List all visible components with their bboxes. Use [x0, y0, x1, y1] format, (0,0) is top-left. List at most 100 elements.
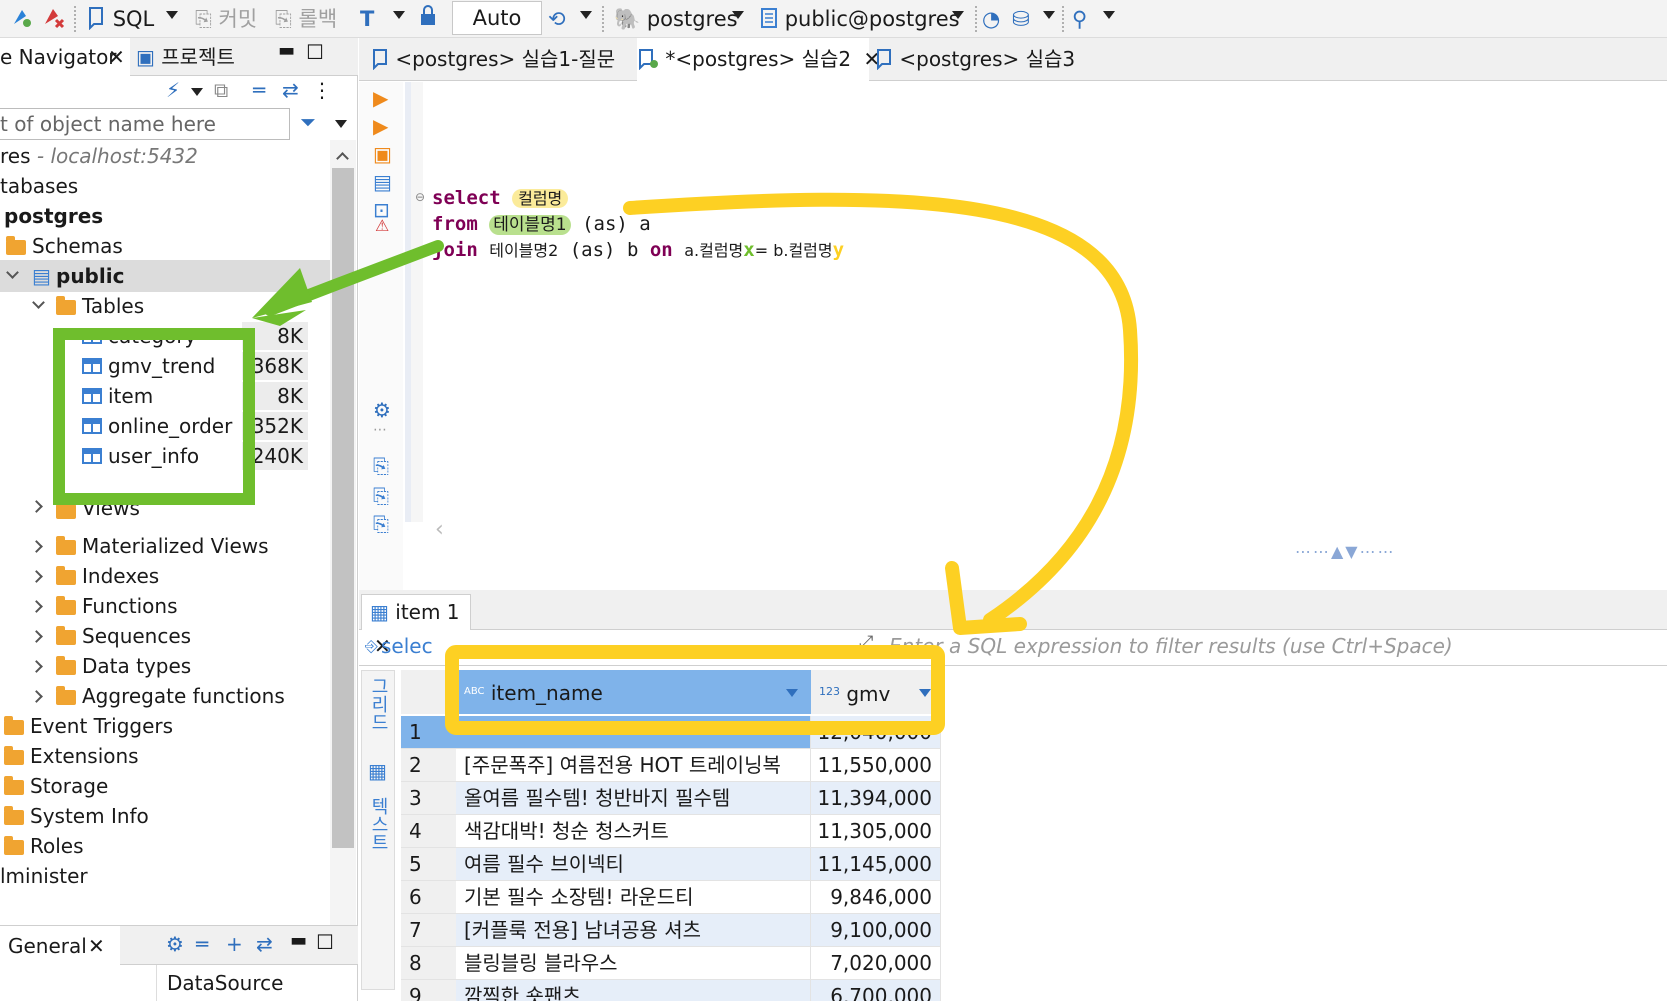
execute-script-icon[interactable]: ▣	[373, 142, 392, 166]
disconnect-icon[interactable]	[40, 4, 66, 34]
tree-databases[interactable]: tabases	[0, 170, 78, 202]
chevron-down-icon[interactable]	[32, 296, 45, 309]
tree-top-item[interactable]: Storage	[0, 770, 330, 802]
collapse-all-icon[interactable]: ═	[253, 78, 265, 102]
cell-item-name[interactable]: 색감대박! 청순 청스커트	[456, 815, 811, 848]
tree-db-postgres[interactable]: postgres	[4, 200, 103, 232]
history-icon[interactable]: ⟲	[548, 4, 566, 34]
chevron-right-icon[interactable]	[30, 540, 43, 553]
cell-item-name[interactable]: 블링블링 블라우스	[456, 947, 811, 980]
code-line-3[interactable]: join 테이블명2 (as) b on a.컬럼명x= b.컬럼명y	[432, 236, 844, 265]
tree-top-item[interactable]: System Info	[0, 800, 330, 832]
tree-top-item[interactable]: Extensions	[0, 740, 330, 772]
gear-icon[interactable]: ⚙	[166, 932, 184, 956]
chevron-up-icon[interactable]	[336, 152, 349, 165]
tree-connection[interactable]: res - localhost:5432	[0, 140, 198, 172]
schema-selector[interactable]: public@postgres	[760, 4, 960, 34]
lock-icon[interactable]	[418, 4, 438, 34]
minimize-icon[interactable]: ▬	[278, 40, 295, 61]
explain-plan-icon[interactable]: ▤	[373, 170, 392, 194]
dashboard-icon[interactable]: ◔	[982, 4, 1000, 34]
chevron-down-icon[interactable]	[952, 11, 964, 19]
chevron-down-icon[interactable]	[166, 11, 178, 19]
tree-table-item[interactable]: item 8K	[0, 380, 330, 412]
chevron-right-icon[interactable]	[30, 500, 43, 513]
tree-folder-item[interactable]: Materialized Views	[0, 530, 330, 562]
tree-folder-item[interactable]: Sequences	[0, 620, 330, 652]
tree-folder-item[interactable]: Indexes	[0, 560, 330, 592]
tab-results-item[interactable]: ▦ item 1 ✕	[361, 594, 471, 658]
cell-gmv[interactable]: 11,550,000	[811, 749, 941, 782]
tree-top-item[interactable]: Roles	[0, 830, 330, 862]
code-line-1[interactable]: select 컬럼명	[432, 184, 569, 213]
new-connection-icon[interactable]: ⚡	[166, 78, 180, 102]
tools-icon[interactable]: ⛁	[1012, 4, 1030, 34]
cell-item-name[interactable]	[456, 716, 811, 749]
column-header-item-name[interactable]: ABC item_name	[456, 670, 811, 714]
tree-views[interactable]: Views	[0, 500, 330, 520]
tree-table-user_info[interactable]: user_info 240K	[0, 440, 330, 472]
cell-gmv[interactable]: 11,145,000	[811, 848, 941, 881]
tree-folder-item[interactable]: Data types	[0, 650, 330, 682]
cell-item-name[interactable]: [커플룩 전용] 남녀공용 셔츠	[456, 914, 811, 947]
tab-general[interactable]: General ✕	[0, 926, 120, 966]
connection-selector[interactable]: 🐘 postgres	[614, 4, 738, 34]
cell-gmv[interactable]: 7,020,000	[811, 947, 941, 980]
view-menu-icon[interactable]: ⋮	[312, 78, 332, 102]
column-header-gmv[interactable]: 123 gmv	[811, 670, 941, 714]
cell-gmv[interactable]: 6,700,000	[811, 980, 941, 1001]
search-icon[interactable]: ⚲	[1072, 4, 1087, 34]
tab-script-1[interactable]: <postgres> 실습1-질문	[371, 38, 629, 81]
sort-icon[interactable]	[919, 689, 931, 697]
export-icon[interactable]: ⎘	[373, 454, 389, 478]
tab-project[interactable]: ▣ 프로젝트	[136, 38, 256, 76]
cell-item-name[interactable]: 여름 필수 브이넥티	[456, 848, 811, 881]
tree-folder-item[interactable]: Aggregate functions	[0, 680, 330, 712]
text-view-tab[interactable]: 텍스트	[368, 797, 389, 851]
chevron-down-icon[interactable]	[1103, 11, 1115, 19]
connect-icon[interactable]	[8, 4, 34, 34]
sql-editor-button[interactable]: SQL	[86, 4, 154, 34]
chevron-down-icon[interactable]	[335, 120, 347, 128]
cell-item-name[interactable]: [주문폭주] 여름전용 HOT 트레이닝복	[456, 749, 811, 782]
gear-icon[interactable]: ⚙	[373, 398, 391, 422]
expand-icon[interactable]: +	[226, 932, 243, 956]
link-editor-icon[interactable]: ⇄	[282, 78, 299, 102]
save-icon[interactable]: ⎘	[373, 484, 389, 508]
cell-item-name[interactable]: 올여름 필수템! 청반바지 필수템	[456, 782, 811, 815]
tree-table-category[interactable]: category 8K	[0, 320, 330, 352]
scroll-left-icon[interactable]: ‹	[435, 517, 444, 542]
new-folder-icon[interactable]: ⧉	[214, 78, 228, 102]
maximize-icon[interactable]: ☐	[306, 40, 324, 64]
panel-toggle-icon[interactable]: ⋯⋯▲▼⋯⋯	[1295, 542, 1396, 561]
chevron-right-icon[interactable]	[30, 630, 43, 643]
navigator-search-input[interactable]: t of object name here	[0, 108, 290, 140]
chevron-down-icon[interactable]	[393, 11, 405, 19]
chevron-right-icon[interactable]	[30, 690, 43, 703]
chevron-down-icon[interactable]	[580, 11, 592, 19]
tree-schema-public[interactable]: ▤ public	[0, 260, 330, 292]
chevron-right-icon[interactable]	[30, 660, 43, 673]
scrollbar-thumb[interactable]	[332, 168, 354, 848]
tree-folder-item[interactable]: Functions	[0, 590, 330, 622]
mode-select[interactable]: Auto	[452, 1, 542, 35]
collapse-icon[interactable]: ═	[196, 932, 208, 956]
fold-icon[interactable]: ⊖	[415, 190, 425, 204]
load-icon[interactable]: ⎘	[373, 512, 389, 536]
tree-schemas[interactable]: Schemas	[4, 230, 324, 262]
navigator-scrollbar[interactable]	[330, 140, 356, 960]
tab-script-2[interactable]: *<postgres> 실습2 ✕	[637, 38, 880, 81]
maximize-icon[interactable]: ☐	[316, 930, 334, 954]
sql-editor[interactable]: ▶ ▶ ▣ ▤ ⊡ ⚙ ⋯ ⎘ ⎘ ⎘ ⊖ ⚠ ‹ ⋯⋯▲▼⋯⋯	[359, 82, 1667, 590]
rollback-button[interactable]: ⎘ 롤백	[275, 4, 337, 34]
tree-table-gmv_trend[interactable]: gmv_trend 368K	[0, 350, 330, 382]
filter-query-text[interactable]: selec	[381, 634, 433, 658]
expand-filter-icon[interactable]: ⤢	[859, 632, 873, 653]
tab-script-3[interactable]: <postgres> 실습3	[875, 38, 1085, 81]
more-icon[interactable]: ⋯	[373, 422, 387, 438]
chevron-right-icon[interactable]	[30, 570, 43, 583]
cell-gmv[interactable]: 11,305,000	[811, 815, 941, 848]
tree-tables[interactable]: Tables	[0, 290, 330, 322]
tree-table-online_order[interactable]: online_order 352K	[0, 410, 330, 442]
chevron-down-icon[interactable]	[732, 11, 744, 19]
